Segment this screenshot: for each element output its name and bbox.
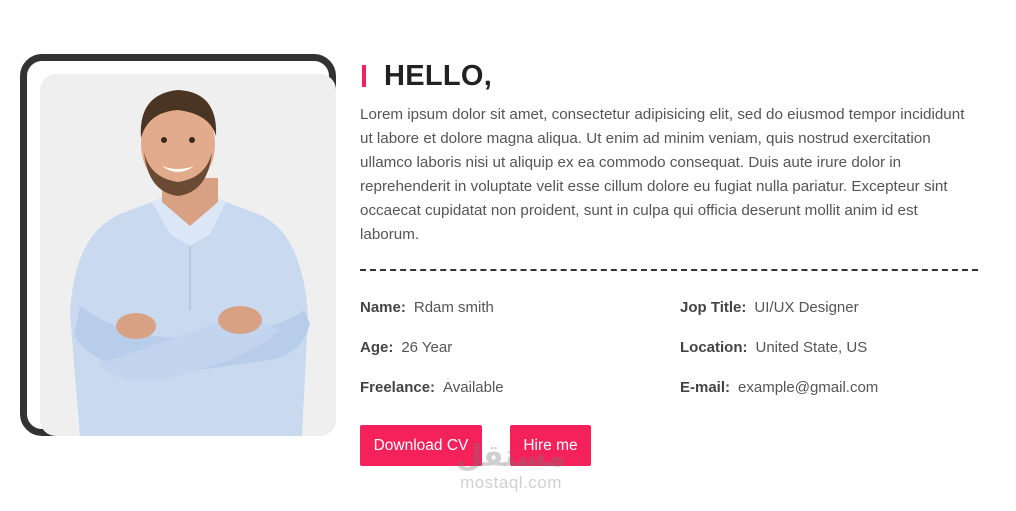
personal-info: Name: Rdam smith Jop Title: UI/UX Designer… — [360, 299, 978, 411]
info-value: UI/UX Designer — [754, 299, 859, 316]
info-value: 26 Year — [401, 339, 453, 356]
info-label: Freelance: — [360, 379, 436, 396]
info-value: Rdam smith — [413, 299, 494, 316]
about-content: HELLO, Lorem ipsum dolor sit amet, conse… — [360, 58, 978, 411]
greeting-heading: HELLO, — [360, 58, 978, 94]
about-section: HELLO, Lorem ipsum dolor sit amet, conse… — [0, 0, 1016, 511]
intro-paragraph: Lorem ipsum dolor sit amet, consectetur … — [360, 106, 965, 243]
info-value: example@gmail.com — [738, 379, 879, 396]
info-label: Name: — [360, 299, 406, 316]
info-age: Age: 26 Year — [360, 339, 452, 356]
accent-bar — [362, 65, 366, 87]
watermark-latin: mostaql.com — [460, 473, 562, 492]
info-name: Name: Rdam smith — [360, 299, 494, 316]
info-job-title: Jop Title: UI/UX Designer — [680, 299, 859, 316]
dashed-divider — [360, 269, 978, 271]
info-freelance: Freelance: Available — [360, 379, 504, 396]
greeting-text: HELLO, — [384, 59, 493, 92]
info-label: Location: — [680, 339, 748, 356]
info-location: Location: United State, US — [680, 339, 867, 356]
info-label: Age: — [360, 339, 394, 356]
info-label: Jop Title: — [680, 299, 747, 316]
info-value: Available — [443, 379, 504, 396]
info-label: E-mail: — [680, 379, 731, 396]
watermark-arabic: مستقل — [456, 440, 566, 473]
watermark: مستقل mostaql.com — [446, 440, 576, 492]
info-email: E-mail: example@gmail.com — [680, 379, 878, 396]
info-value: United State, US — [755, 339, 868, 356]
profile-photo — [40, 74, 336, 436]
